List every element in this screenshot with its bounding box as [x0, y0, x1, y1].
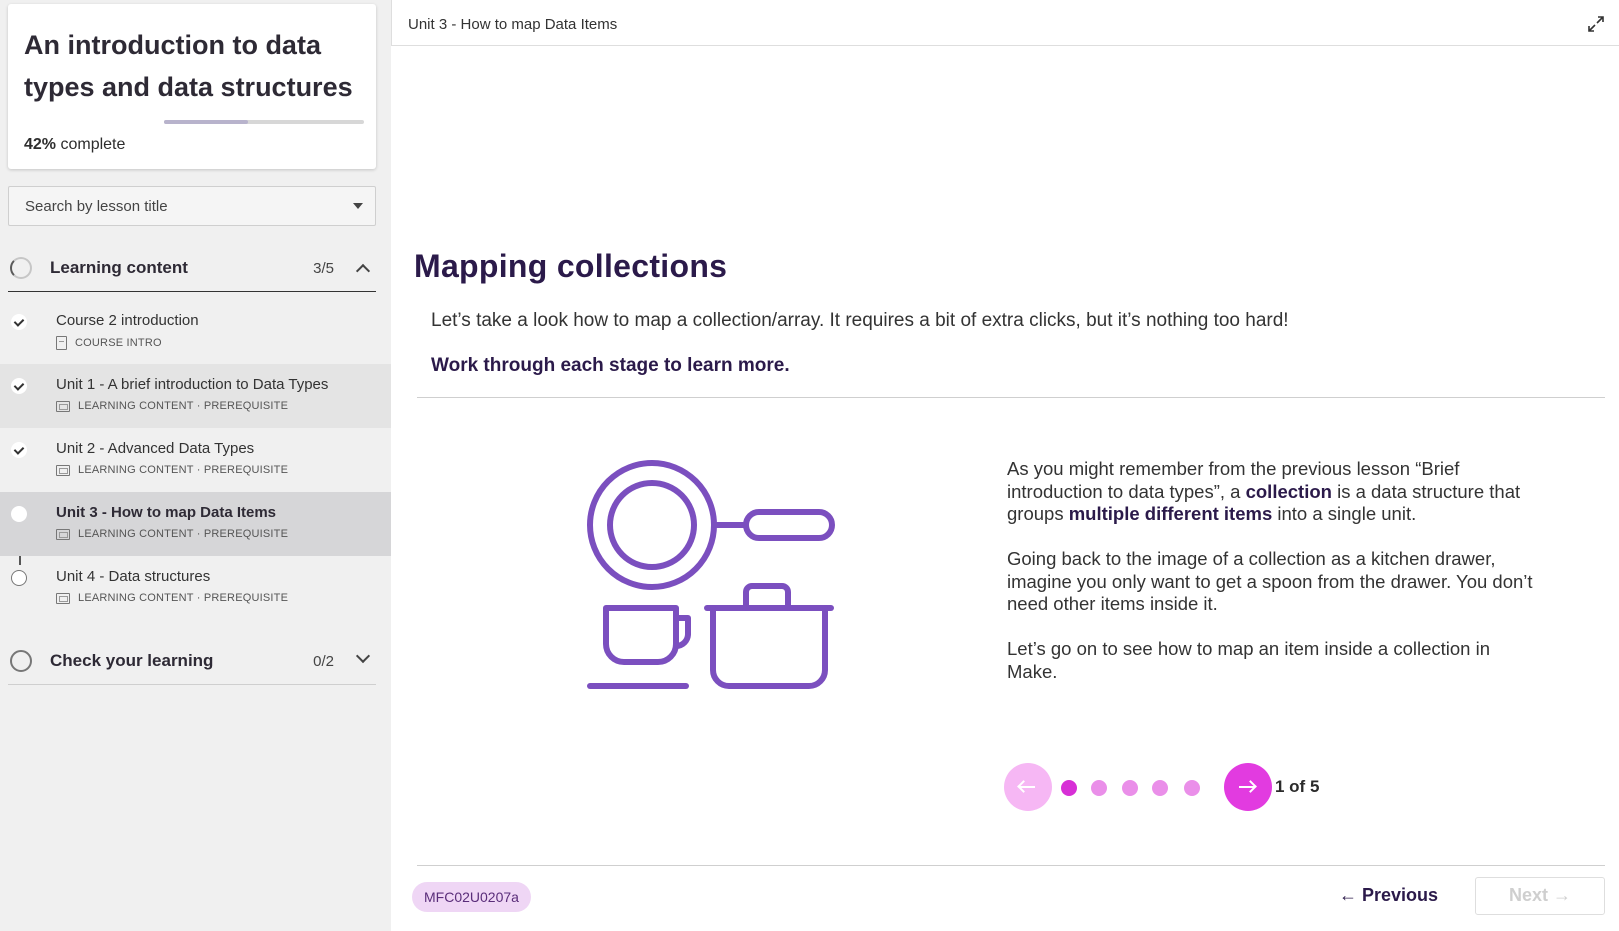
course-card: An introduction to data types and data s…	[8, 4, 376, 169]
incomplete-circle-icon	[11, 570, 27, 586]
slides-icon	[56, 400, 70, 412]
section-count: 0/2	[313, 653, 334, 670]
progress-suffix: complete	[56, 136, 126, 153]
lesson-meta: LEARNING CONTENT · PREREQUISITE	[56, 592, 288, 604]
lesson-instruction: Work through each stage to learn more.	[431, 355, 790, 377]
lesson-meta: COURSE INTRO	[56, 336, 162, 350]
lesson-item-current[interactable]: Unit 3 - How to map Data Items LEARNING …	[0, 492, 391, 556]
check-icon	[11, 314, 27, 330]
lesson-search-dropdown[interactable]: Search by lesson title	[8, 186, 376, 226]
lesson-meta: LEARNING CONTENT · PREREQUISITE	[56, 400, 288, 412]
lesson-meta: LEARNING CONTENT · PREREQUISITE	[56, 464, 288, 476]
progress-text: 42% complete	[24, 136, 125, 154]
body-emphasis: multiple different items	[1068, 503, 1273, 524]
arrow-right-icon	[1239, 786, 1255, 788]
lesson-content-panel: Unit 3 - How to map Data Items Mapping c…	[391, 0, 1619, 931]
lesson-item[interactable]: Course 2 introduction COURSE INTRO	[0, 300, 391, 364]
carousel-dot[interactable]	[1184, 780, 1200, 796]
chevron-down-icon[interactable]	[355, 648, 371, 664]
slides-icon	[56, 592, 70, 604]
section-title: Learning content	[50, 258, 188, 277]
lesson-title: Unit 4 - Data structures	[56, 568, 211, 585]
lesson-code-badge: MFC02U0207a	[412, 882, 531, 912]
previous-label: Previous	[1362, 885, 1439, 905]
lesson-heading: Mapping collections	[414, 248, 728, 284]
lesson-instruction-text: Work through each stage to learn more.	[431, 355, 790, 376]
lesson-title: Course 2 introduction	[56, 312, 199, 329]
lesson-meta-text: LEARNING CONTENT · PREREQUISITE	[78, 528, 289, 540]
lesson-meta: LEARNING CONTENT · PREREQUISITE	[56, 528, 288, 540]
previous-button[interactable]: ← Previous	[1339, 885, 1438, 906]
kitchen-utensils-icon	[587, 460, 835, 689]
arrow-left-icon	[1019, 786, 1035, 788]
section-progress-ring-icon	[10, 257, 32, 279]
lesson-item[interactable]: Unit 1 - A brief introduction to Data Ty…	[0, 364, 391, 428]
course-title: An introduction to data types and data s…	[24, 30, 353, 102]
divider	[417, 397, 1605, 398]
section-count: 3/5	[313, 260, 334, 277]
carousel-dot[interactable]	[1091, 780, 1107, 796]
section-check-your-learning[interactable]: Check your learning 0/2	[8, 637, 376, 685]
lesson-item[interactable]: Unit 4 - Data structures LEARNING CONTEN…	[0, 556, 391, 620]
slides-icon	[56, 528, 70, 540]
section-title: Check your learning	[50, 651, 214, 670]
lesson-body: As you might remember from the previous …	[1007, 458, 1537, 706]
lesson-meta-text: COURSE INTRO	[75, 337, 162, 349]
next-label: Next	[1508, 885, 1548, 905]
body-emphasis: collection	[1245, 480, 1332, 502]
body-text: into a single unit.	[1272, 503, 1417, 524]
stage-carousel: 1 of 5	[1004, 763, 1384, 811]
next-button[interactable]: Next →	[1475, 877, 1605, 915]
carousel-prev-button[interactable]	[1004, 763, 1052, 811]
carousel-dot[interactable]	[1061, 780, 1077, 796]
slides-icon	[56, 464, 70, 476]
lesson-meta-text: LEARNING CONTENT · PREREQUISITE	[78, 592, 289, 604]
divider	[417, 865, 1605, 866]
lesson-item[interactable]: Unit 2 - Advanced Data Types LEARNING CO…	[0, 428, 391, 492]
course-sidebar: An introduction to data types and data s…	[0, 0, 391, 931]
lesson-meta-text: LEARNING CONTENT · PREREQUISITE	[78, 400, 289, 412]
carousel-dot[interactable]	[1122, 780, 1138, 796]
check-icon	[11, 378, 27, 394]
expand-icon[interactable]	[1587, 15, 1605, 33]
lesson-meta-text: LEARNING CONTENT · PREREQUISITE	[78, 464, 289, 476]
document-icon	[56, 336, 67, 350]
progress-bar	[164, 120, 248, 124]
body-paragraph: Going back to the image of a collection …	[1007, 548, 1533, 614]
current-lesson-dot-icon	[11, 506, 27, 522]
lesson-header: Unit 3 - How to map Data Items	[391, 0, 1619, 46]
carousel-counter: 1 of 5	[1275, 777, 1320, 796]
lesson-intro: Let’s take a look how to map a collectio…	[431, 310, 1289, 331]
section-learning-content[interactable]: Learning content 3/5	[8, 244, 376, 292]
lesson-title: Unit 3 - How to map Data Items	[56, 504, 277, 521]
body-paragraph: Let’s go on to see how to map an item in…	[1007, 638, 1491, 682]
carousel-next-button[interactable]	[1224, 763, 1272, 811]
section-progress-ring-icon	[10, 650, 32, 672]
caret-down-icon	[353, 203, 363, 209]
carousel-dot[interactable]	[1152, 780, 1168, 796]
check-icon	[11, 442, 27, 458]
lesson-title: Unit 2 - Advanced Data Types	[56, 440, 255, 457]
body-paragraph: As you might remember from the previous …	[1007, 458, 1537, 526]
lesson-title: Unit 1 - A brief introduction to Data Ty…	[56, 376, 329, 393]
chevron-up-icon[interactable]	[355, 263, 371, 279]
lesson-search-placeholder: Search by lesson title	[25, 198, 168, 215]
lesson-header-title: Unit 3 - How to map Data Items	[408, 16, 618, 33]
progress-percent: 42%	[24, 136, 57, 153]
